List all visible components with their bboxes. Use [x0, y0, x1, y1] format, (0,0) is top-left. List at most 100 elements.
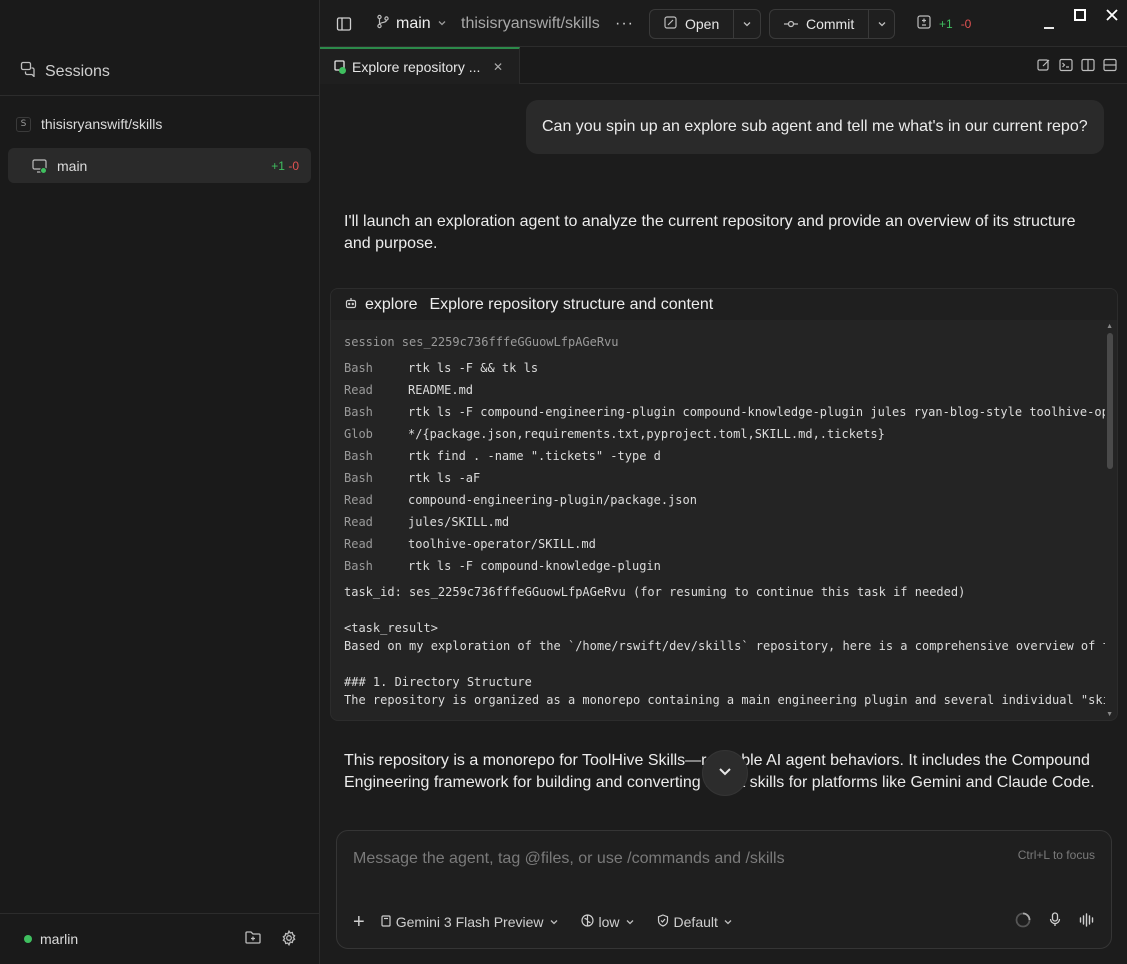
tool-call-arg: */{package.json,requirements.txt,pyproje…: [408, 427, 885, 441]
close-icon[interactable]: [1106, 0, 1118, 38]
tool-call-row: Bash rtk ls -aF: [344, 471, 1105, 493]
new-folder-icon[interactable]: [245, 930, 261, 951]
tab-close-icon[interactable]: ✕: [493, 60, 503, 74]
tool-call-type: Bash: [344, 405, 373, 419]
monitor-icon: [32, 158, 47, 174]
sidebar: Sessions S thisisryanswift/skills main +…: [0, 0, 320, 964]
commit-icon: [784, 16, 798, 32]
tool-call-type: Bash: [344, 449, 373, 463]
mode-selector[interactable]: Default: [657, 914, 733, 930]
tool-call-type: Read: [344, 383, 373, 397]
chevron-down-icon: [437, 15, 447, 33]
tool-call-row: Bash rtk find . -name ".tickets" -type d: [344, 449, 1105, 471]
message-input[interactable]: Message the agent, tag @files, or use /c…: [353, 850, 785, 868]
tool-call-type: Bash: [344, 361, 373, 375]
task-result-tag: <task_result>: [344, 621, 438, 635]
brain-icon: [580, 914, 594, 930]
tool-call-header[interactable]: explore Explore repository structure and…: [331, 289, 1117, 320]
session-id: session ses_2259c736fffeGGuowLfpAGeRvu: [344, 335, 619, 349]
sidebar-footer: marlin: [0, 913, 319, 964]
tool-call-row: Read jules/SKILL.md: [344, 515, 1105, 537]
branch-diff: +1 -0: [271, 158, 299, 173]
tool-description: Explore repository structure and content: [429, 295, 714, 313]
edit-icon[interactable]: [1037, 58, 1051, 77]
scroll-down-arrow[interactable]: ▼: [1106, 711, 1113, 718]
add-attachment-button[interactable]: +: [353, 911, 365, 934]
gear-icon[interactable]: [281, 929, 297, 951]
model-icon: [381, 914, 391, 930]
task-result-line: Based on my exploration of the `/home/rs…: [344, 639, 1105, 653]
tool-call-row: Bash rtk ls -F compound-engineering-plugi…: [344, 405, 1105, 427]
diff-summary[interactable]: +1 -0: [917, 0, 971, 47]
tool-call-type: Bash: [344, 559, 373, 573]
branch-selector[interactable]: main: [376, 0, 447, 47]
more-icon[interactable]: ···: [615, 0, 634, 47]
sessions-icon: [20, 61, 36, 82]
scroll-to-bottom-button[interactable]: [702, 750, 748, 796]
repo-title: thisisryanswift/skills: [461, 14, 600, 32]
maximize-icon[interactable]: [1074, 0, 1086, 38]
split-horizontal-icon[interactable]: [1103, 58, 1117, 77]
sessions-header: Sessions: [0, 48, 319, 96]
tool-call-row: Glob */{package.json,requirements.txt,pyp…: [344, 427, 1105, 449]
loading-spinner-icon: [1015, 912, 1031, 933]
toggle-sidebar-icon[interactable]: [336, 0, 352, 47]
diff-removed: -0: [960, 16, 972, 31]
tool-call-card: explore Explore repository structure and…: [330, 288, 1118, 721]
minimize-icon[interactable]: [1043, 0, 1055, 47]
repo-name: thisisryanswift/skills: [41, 116, 163, 132]
open-button[interactable]: Open: [650, 10, 733, 38]
tool-call-row: Bash rtk ls -F && tk ls: [344, 361, 1105, 383]
branch-label: main: [396, 14, 431, 32]
open-dropdown-button[interactable]: [733, 10, 760, 38]
tool-call-arg: jules/SKILL.md: [408, 515, 510, 529]
voice-wave-icon[interactable]: [1079, 912, 1095, 932]
assistant-intro: I'll launch an exploration agent to anal…: [344, 213, 1076, 252]
tab-actions: [1037, 58, 1117, 77]
diff-added: +1: [939, 16, 953, 31]
microphone-icon[interactable]: [1049, 912, 1061, 932]
task-result-line-2: The repository is organized as a monorep…: [344, 693, 1105, 707]
terminal-icon[interactable]: [1059, 58, 1073, 77]
tool-call-row: Read compound-engineering-plugin/package.…: [344, 493, 1105, 515]
tool-call-type: Bash: [344, 471, 373, 485]
model-label: Gemini 3 Flash Preview: [395, 914, 544, 930]
message-composer[interactable]: Message the agent, tag @files, or use /c…: [336, 830, 1112, 949]
effort-selector[interactable]: low: [580, 914, 635, 930]
editor-icon: [664, 16, 677, 32]
user-name: marlin: [40, 931, 79, 947]
scroll-up-arrow[interactable]: ▲: [1106, 323, 1113, 330]
tab-strip: Explore repository ... ✕: [320, 47, 1127, 84]
tool-call-arg: rtk ls -aF: [408, 471, 481, 485]
commit-button-group: Commit: [769, 9, 895, 39]
status-dot: [24, 935, 32, 943]
chevron-down-icon: [717, 763, 733, 784]
commit-button[interactable]: Commit: [770, 10, 868, 38]
session-tab-icon: [334, 60, 346, 74]
git-branch-icon: [376, 14, 390, 34]
model-selector[interactable]: Gemini 3 Flash Preview: [381, 914, 559, 930]
open-button-group: Open: [649, 9, 761, 39]
tab-explore-repository[interactable]: Explore repository ... ✕: [320, 47, 520, 84]
tool-call-arg: toolhive-operator/SKILL.md: [408, 537, 596, 551]
tool-call-list: Bash rtk ls -F && tk ls Read README.md Bash r…: [344, 361, 1105, 581]
focus-hint: Ctrl+L to focus: [1017, 848, 1095, 862]
tool-call-arg: rtk find . -name ".tickets" -type d: [408, 449, 661, 463]
sidebar-item-main[interactable]: main +1 -0: [8, 148, 311, 183]
open-label: Open: [685, 16, 720, 32]
tool-call-row: Read README.md: [344, 383, 1105, 405]
tool-call-arg: compound-engineering-plugin/package.json: [408, 493, 697, 507]
commit-dropdown-button[interactable]: [868, 10, 894, 38]
tool-call-type: Read: [344, 515, 373, 529]
tool-call-arg: rtk ls -F compound-knowledge-plugin: [408, 559, 661, 573]
task-result-heading: ### 1. Directory Structure: [344, 675, 532, 689]
repo-badge: S: [16, 116, 31, 132]
tool-name: explore: [365, 295, 418, 313]
tool-call-arg: rtk ls -F && tk ls: [408, 361, 539, 375]
split-vertical-icon[interactable]: [1081, 58, 1095, 77]
user-message: Can you spin up an explore sub agent and…: [526, 100, 1104, 154]
sidebar-repo-item[interactable]: S thisisryanswift/skills: [16, 113, 162, 135]
tool-output-scrollbar[interactable]: [1107, 333, 1113, 469]
chevron-down-icon: [625, 914, 635, 930]
composer-controls: + Gemini 3 Flash Preview low Default: [353, 910, 1095, 934]
